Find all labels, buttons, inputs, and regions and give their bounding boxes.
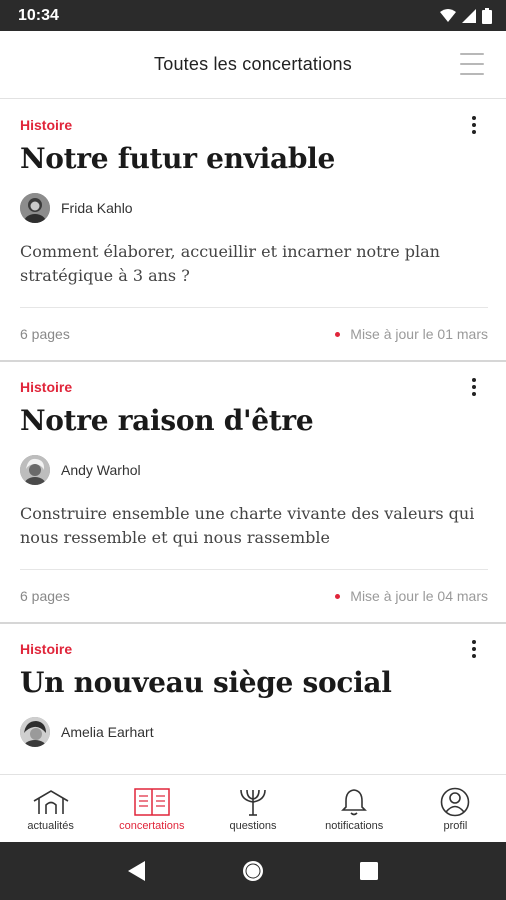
- update-dot-icon: [335, 593, 341, 599]
- card-pages: 6 pages: [20, 588, 70, 604]
- author-name: Amelia Earhart: [61, 724, 154, 740]
- hamburger-icon-line: [460, 63, 484, 65]
- nav-item-notifications[interactable]: notifications: [304, 775, 405, 842]
- wifi-icon: [440, 8, 456, 22]
- card-author: Frida Kahlo: [20, 193, 133, 223]
- user-icon: [441, 787, 470, 817]
- nav-label: actualités: [27, 820, 74, 832]
- more-options-icon[interactable]: [470, 116, 478, 134]
- recents-icon[interactable]: [359, 861, 379, 881]
- app-header: Toutes les concertations: [0, 31, 506, 99]
- avatar: [20, 455, 50, 485]
- nav-label: concertations: [119, 820, 185, 832]
- card-updated: Mise à jour le 04 mars: [335, 588, 488, 604]
- system-nav-bar: [0, 842, 506, 900]
- page-title: Toutes les concertations: [154, 54, 352, 74]
- home-icon: [33, 790, 68, 814]
- card-author: Amelia Earhart: [20, 717, 154, 747]
- concertation-card[interactable]: Histoire Notre futur enviable Frida Kahl…: [0, 100, 506, 362]
- author-name: Frida Kahlo: [61, 200, 133, 216]
- signal-icon: [462, 8, 476, 23]
- status-bar: 10:34: [0, 0, 506, 31]
- avatar: [20, 717, 50, 747]
- nav-item-actualites[interactable]: actualités: [0, 775, 101, 842]
- status-time: 10:34: [18, 6, 59, 24]
- card-author: Andy Warhol: [20, 455, 141, 485]
- card-description: Comment élaborer, accueillir et incarner…: [20, 242, 440, 285]
- card-updated-text: Mise à jour le 01 mars: [350, 326, 488, 342]
- card-divider: [20, 307, 488, 308]
- book-icon: [134, 788, 170, 816]
- nav-item-questions[interactable]: questions: [202, 775, 303, 842]
- concertations-list[interactable]: Histoire Notre futur enviable Frida Kahl…: [0, 100, 506, 774]
- card-description: Construire ensemble une charte vivante d…: [20, 504, 475, 547]
- bell-icon: [341, 789, 368, 816]
- update-dot-icon: [335, 331, 341, 337]
- home-circle-icon[interactable]: [241, 859, 265, 883]
- battery-icon: [482, 7, 492, 24]
- hamburger-icon-line: [460, 53, 484, 55]
- avatar: [20, 193, 50, 223]
- author-name: Andy Warhol: [61, 462, 141, 478]
- more-options-icon[interactable]: [470, 640, 478, 658]
- nav-item-concertations[interactable]: concertations: [101, 775, 202, 842]
- trident-icon: [240, 789, 266, 816]
- hamburger-icon-line: [460, 73, 484, 75]
- card-updated: Mise à jour le 01 mars: [335, 326, 488, 342]
- card-category: Histoire: [20, 117, 73, 133]
- card-divider: [20, 569, 488, 570]
- nav-item-profil[interactable]: profil: [405, 775, 506, 842]
- card-updated-text: Mise à jour le 04 mars: [350, 588, 488, 604]
- menu-button[interactable]: [460, 53, 484, 75]
- nav-label: questions: [229, 820, 277, 832]
- card-category: Histoire: [20, 641, 73, 657]
- nav-label: notifications: [325, 820, 384, 832]
- card-category: Histoire: [20, 379, 73, 395]
- nav-label: profil: [443, 820, 468, 832]
- card-pages: 6 pages: [20, 326, 70, 342]
- more-options-icon[interactable]: [470, 378, 478, 396]
- concertation-card[interactable]: Histoire Un nouveau siège social Amelia …: [0, 624, 506, 774]
- bottom-nav: actualités concertations questions notif…: [0, 774, 506, 842]
- card-title: Notre raison d'être: [20, 404, 314, 437]
- status-icons: [440, 7, 492, 24]
- concertation-card[interactable]: Histoire Notre raison d'être Andy Warhol…: [0, 362, 506, 624]
- back-icon[interactable]: [127, 860, 147, 882]
- card-title: Un nouveau siège social: [20, 666, 392, 699]
- card-title: Notre futur enviable: [20, 142, 335, 175]
